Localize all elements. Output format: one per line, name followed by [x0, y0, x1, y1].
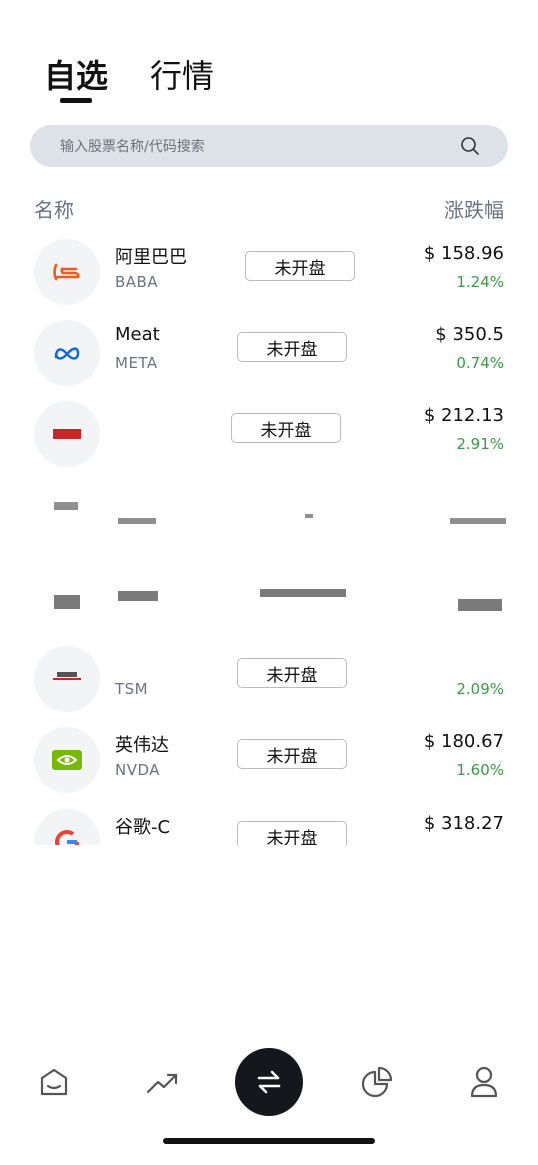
- market-status-button[interactable]: 未开盘: [237, 821, 347, 845]
- stock-price: $ 350.5: [435, 324, 504, 345]
- meta-icon: [34, 320, 100, 386]
- stock-price: $ 158.96: [423, 243, 504, 264]
- obscured-row: [40, 585, 510, 625]
- tsm-icon: [34, 646, 100, 712]
- tab-watchlist[interactable]: 自选: [44, 54, 108, 103]
- search-icon[interactable]: [460, 136, 480, 156]
- stock-price: $ 318.27: [423, 813, 504, 834]
- stock-name: Meat: [115, 324, 160, 345]
- trade-swap-button[interactable]: [235, 1048, 303, 1116]
- stock-code: NVDA: [115, 761, 161, 779]
- stock-code: BABA: [115, 273, 159, 291]
- trade-swap-icon: [257, 1070, 281, 1094]
- market-status-button[interactable]: 未开盘: [237, 739, 347, 769]
- stock-name: 阿里巴巴: [115, 247, 187, 268]
- market-trend-icon[interactable]: [142, 1062, 182, 1102]
- top-tabs: 自选 行情: [44, 54, 214, 103]
- stock-row-tsm[interactable]: TSM 未开盘 2.09%: [0, 644, 538, 726]
- stock-row-baba[interactable]: 阿里巴巴 BABA 未开盘 $ 158.96 1.24%: [0, 237, 538, 319]
- profile-icon[interactable]: [464, 1062, 504, 1102]
- portfolio-pie-icon[interactable]: [357, 1062, 397, 1102]
- stock-change: 1.60%: [456, 761, 504, 779]
- stock-row-3[interactable]: 未开盘 $ 212.13 2.91%: [0, 399, 538, 481]
- stock-row-goog[interactable]: 谷歌-C 未开盘 $ 318.27: [0, 807, 538, 845]
- bottom-nav: [0, 1040, 538, 1130]
- market-status-button[interactable]: 未开盘: [237, 332, 347, 362]
- market-status-button[interactable]: 未开盘: [231, 413, 341, 443]
- tab-market[interactable]: 行情: [150, 54, 214, 98]
- stock-change: 2.91%: [456, 435, 504, 453]
- nvidia-icon: [34, 727, 100, 793]
- stock-change: 0.74%: [456, 354, 504, 372]
- stock-code: TSM: [115, 680, 149, 698]
- list-header: 名称 涨跌幅: [34, 194, 504, 224]
- google-icon: [34, 809, 100, 845]
- stock-price: $ 180.67: [423, 731, 504, 752]
- alibaba-icon: [34, 239, 100, 305]
- stock-icon: [34, 401, 100, 467]
- home-indicator: [163, 1138, 375, 1144]
- search-input[interactable]: [58, 125, 462, 169]
- stock-price: $ 212.13: [423, 405, 504, 426]
- search-bar: [30, 125, 508, 169]
- market-status-button[interactable]: 未开盘: [245, 251, 355, 281]
- stock-name: 谷歌-C: [115, 817, 171, 838]
- stock-name: 英伟达: [115, 735, 169, 756]
- market-status-button[interactable]: 未开盘: [237, 658, 347, 688]
- header-change[interactable]: 涨跌幅: [444, 194, 504, 223]
- stock-row-nvda[interactable]: 英伟达 NVDA 未开盘 $ 180.67 1.60%: [0, 725, 538, 807]
- obscured-row: [40, 500, 510, 540]
- home-icon[interactable]: [34, 1062, 74, 1102]
- header-name: 名称: [34, 198, 74, 222]
- stock-row-meta[interactable]: Meat META 未开盘 $ 350.5 0.74%: [0, 318, 538, 400]
- stock-change: 2.09%: [456, 680, 504, 698]
- stock-change: 1.24%: [456, 273, 504, 291]
- stock-code: META: [115, 354, 158, 372]
